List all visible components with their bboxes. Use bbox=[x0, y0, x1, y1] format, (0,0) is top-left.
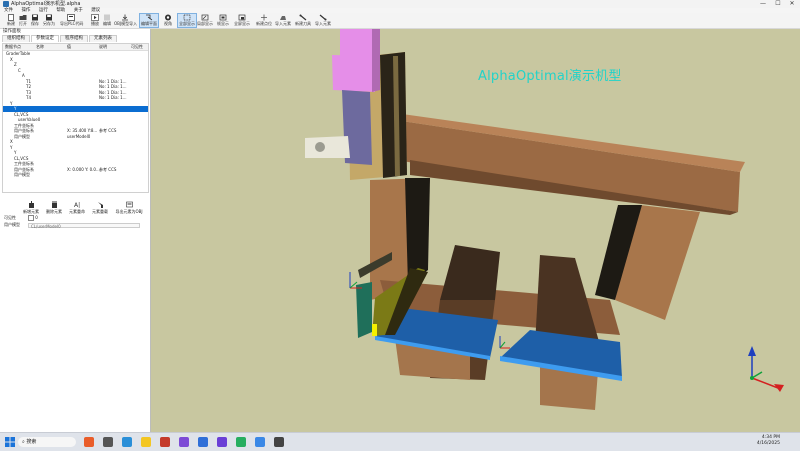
fit-icon bbox=[183, 14, 191, 21]
tree-header-value[interactable]: 值 bbox=[67, 44, 71, 50]
taskbar-search[interactable]: ⌕ 搜索 bbox=[18, 437, 76, 447]
toolbar: 新建 打开 保存 另存为 导出PLC代码 播放 编辑 OBJ模型导入 编辑平面 … bbox=[0, 13, 800, 29]
visibility-label: 可见性 bbox=[4, 215, 16, 220]
panel-actions: 新增元素 删除元素 A| 元素重命 元素重载 导出元素为OBJ bbox=[20, 201, 145, 217]
taskbar-app-icon-2[interactable] bbox=[160, 437, 170, 447]
vscode-icon[interactable] bbox=[198, 437, 208, 447]
task-view-icon[interactable] bbox=[103, 437, 113, 447]
taskbar-app-icon-4[interactable] bbox=[255, 437, 265, 447]
toolbar-edit-plane-button[interactable]: 编辑平面 bbox=[139, 13, 159, 28]
fullscreen-icon bbox=[238, 14, 246, 21]
rename-element-button[interactable]: A| 元素重命 bbox=[66, 201, 88, 215]
spindle-side bbox=[372, 29, 380, 92]
export-icon bbox=[67, 14, 75, 21]
zoom-icon bbox=[201, 14, 209, 21]
tool-nose bbox=[315, 142, 325, 152]
add-point-icon bbox=[261, 14, 267, 21]
reload-element-button[interactable]: 元素重载 bbox=[89, 201, 111, 215]
tree-header-name[interactable]: 名称 bbox=[36, 44, 44, 50]
model-label: 用户模型 bbox=[4, 222, 20, 227]
world-axis-triad bbox=[748, 346, 784, 392]
import-icon bbox=[122, 14, 128, 21]
spindle-body bbox=[332, 55, 375, 92]
toolbar-zoom-local-button[interactable]: 局部显示 bbox=[196, 14, 214, 27]
rename-icon: A| bbox=[74, 202, 80, 208]
left-table-top bbox=[440, 245, 500, 300]
toolbar-new-tool-button[interactable]: 新建刀具 bbox=[294, 14, 312, 27]
tool-holder bbox=[305, 136, 350, 158]
toolbar-frame-button[interactable]: 帧显示 bbox=[214, 14, 232, 27]
toolbar-add-point-button[interactable]: 新建点位 bbox=[255, 14, 273, 27]
tab-structure[interactable]: 组织结构 bbox=[2, 35, 30, 42]
export-obj-icon bbox=[125, 201, 133, 208]
wechat-icon[interactable] bbox=[236, 437, 246, 447]
windows-start-icon[interactable] bbox=[5, 437, 15, 447]
axis-gizmo-right bbox=[499, 336, 510, 349]
green-fixture bbox=[356, 282, 372, 338]
delete-element-icon bbox=[51, 201, 57, 208]
save-icon bbox=[32, 14, 38, 21]
save-as-icon bbox=[46, 14, 52, 21]
operation-panel: 操作面板 组织结构 参数设定 程序结构 元素列表 数据节点 名称 值 说明 可见性 G… bbox=[0, 29, 151, 432]
toolbar-save-as-button[interactable]: 另存为 bbox=[40, 14, 58, 27]
tree-row-node: 用户模型 bbox=[14, 172, 30, 177]
taskbar-app-icon-5[interactable] bbox=[274, 437, 284, 447]
tree-header-node[interactable]: 数据节点 bbox=[5, 44, 21, 50]
visual-studio-icon[interactable] bbox=[217, 437, 227, 447]
toolbar-fit-all-button[interactable]: 全部显示 bbox=[177, 13, 197, 28]
edge-icon[interactable] bbox=[122, 437, 132, 447]
toolbar-view-button[interactable]: 视角 bbox=[159, 14, 177, 27]
export-obj-button[interactable]: 导出元素为OBJ bbox=[114, 201, 144, 215]
panel-tabs: 组织结构 参数设定 程序结构 元素列表 bbox=[2, 35, 118, 42]
toolbar-obj-import-button[interactable]: OBJ模型导入 bbox=[114, 14, 137, 27]
element-icon bbox=[319, 14, 327, 21]
view-icon bbox=[165, 14, 171, 21]
file-explorer-icon[interactable] bbox=[141, 437, 151, 447]
taskbar: ⌕ 搜索 4:34 PM 4/16/2025 bbox=[0, 432, 800, 451]
tree-rows: GraderTable X Z C A T1 No: 1 Dia: 1... T2 No: 1 … bbox=[3, 51, 148, 178]
toolbar-import-element-button[interactable]: 导入元素 bbox=[274, 14, 292, 27]
toolbar-fullscreen-button[interactable]: 全屏显示 bbox=[233, 14, 251, 27]
visibility-checkbox[interactable]: 0 bbox=[28, 215, 38, 221]
delete-element-button[interactable]: 删除元素 bbox=[43, 201, 65, 215]
checkbox-box[interactable] bbox=[28, 215, 34, 221]
3d-viewport[interactable]: AlphaOptimal演示机型 bbox=[151, 29, 800, 432]
toolbar-element-button[interactable]: 导入元素 bbox=[314, 14, 332, 27]
window-title: AlphaOptimal演示机型.alpha bbox=[11, 1, 81, 7]
tree-row[interactable]: 用户模型 bbox=[3, 172, 148, 178]
yellow-marker bbox=[372, 324, 377, 336]
tool-icon bbox=[299, 14, 307, 21]
toolbar-export-button[interactable]: 导出PLC代码 bbox=[60, 14, 83, 27]
edit-icon bbox=[104, 14, 110, 21]
maximize-button[interactable]: ☐ bbox=[771, 0, 785, 8]
system-clock[interactable]: 4:34 PM 4/16/2025 bbox=[757, 435, 780, 447]
add-element-icon bbox=[28, 201, 34, 208]
tab-program[interactable]: 程序结构 bbox=[60, 35, 88, 42]
tab-parameters[interactable]: 参数设定 bbox=[31, 35, 59, 42]
tree-header-visibility[interactable]: 可见性 bbox=[131, 44, 143, 50]
svg-text:A|: A| bbox=[74, 202, 80, 208]
taskbar-app-icon-1[interactable] bbox=[84, 437, 94, 447]
frame-icon bbox=[219, 14, 227, 21]
app-icon bbox=[3, 1, 9, 7]
model-select[interactable]: CL/userModel0 bbox=[28, 223, 140, 229]
plane-icon bbox=[146, 14, 153, 21]
reload-icon bbox=[97, 202, 103, 208]
minimize-button[interactable]: — bbox=[756, 0, 770, 8]
tab-elements[interactable]: 元素列表 bbox=[89, 35, 117, 42]
search-icon: ⌕ bbox=[22, 439, 25, 445]
machine-scene bbox=[305, 29, 784, 410]
close-button[interactable]: ✕ bbox=[785, 0, 799, 8]
watermark-text: AlphaOptimal演示机型 bbox=[478, 69, 622, 84]
add-element-button[interactable]: 新增元素 bbox=[20, 201, 42, 215]
tree-header-desc[interactable]: 说明 bbox=[99, 44, 107, 50]
node-tree: 数据节点 名称 值 说明 可见性 GraderTable X Z C A T1 No: 1 … bbox=[2, 43, 149, 193]
tree-header: 数据节点 名称 值 说明 可见性 bbox=[3, 44, 148, 51]
title-bar: AlphaOptimal演示机型.alpha — ☐ ✕ bbox=[0, 0, 800, 8]
import-element-icon bbox=[280, 16, 286, 20]
taskbar-app-icon-3[interactable] bbox=[179, 437, 189, 447]
